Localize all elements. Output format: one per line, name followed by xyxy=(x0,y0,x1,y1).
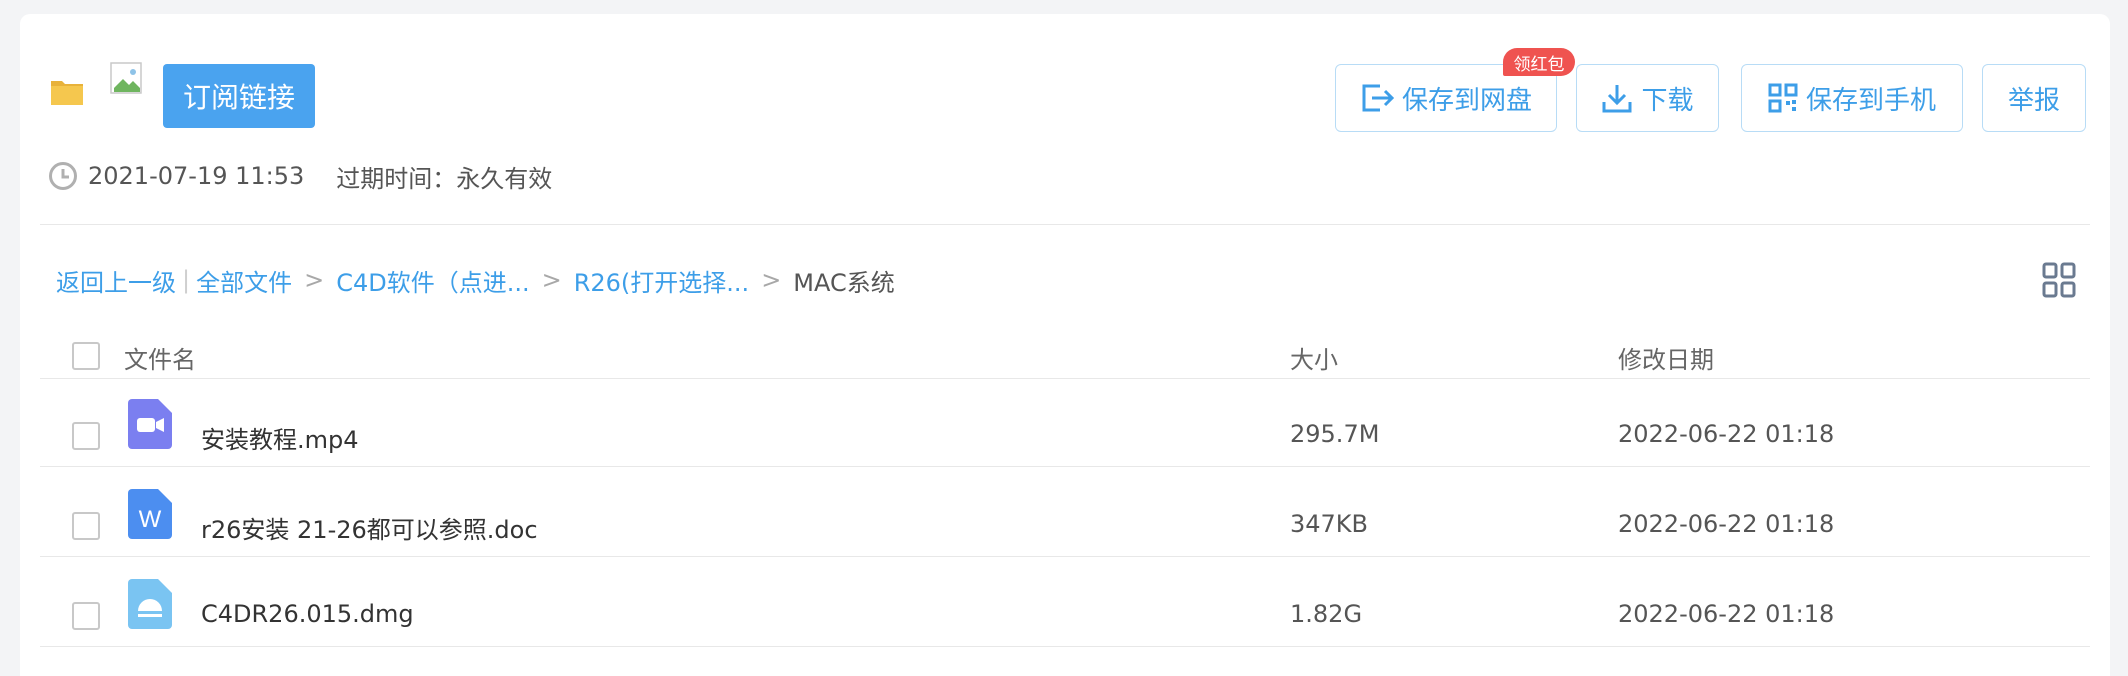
download-label: 下载 xyxy=(1641,85,1694,116)
svg-text:W: W xyxy=(139,506,162,533)
file-size: 295.7M xyxy=(1290,420,1380,448)
dmg-file-icon xyxy=(128,579,172,629)
folder-icon xyxy=(51,81,83,105)
breadcrumb-separator: > xyxy=(541,266,562,294)
file-modified: 2022-06-22 01:18 xyxy=(1618,510,1835,538)
share-meta: 2021-07-19 11:53 过期时间： 永久有效 xyxy=(48,160,553,193)
created-time: 2021-07-19 11:53 xyxy=(88,162,305,190)
breadcrumb-separator: > xyxy=(304,266,325,294)
breadcrumb-bar: | xyxy=(182,266,191,294)
row-checkbox[interactable] xyxy=(72,602,100,630)
breadcrumb-c4d-folder[interactable]: C4D软件（点进... xyxy=(336,263,529,298)
row-checkbox[interactable] xyxy=(72,422,100,450)
report-button[interactable]: 举报 xyxy=(1982,64,2086,132)
breadcrumb: 返回上一级 | 全部文件 > C4D软件（点进... > R26(打开选择...… xyxy=(56,262,895,298)
subscribe-link-button[interactable]: 订阅链接 xyxy=(163,64,315,128)
row-divider xyxy=(40,556,2090,557)
file-name[interactable]: C4DR26.015.dmg xyxy=(201,600,414,628)
header-name: 文件名 xyxy=(124,346,196,374)
save-to-disk-label: 保存到网盘 xyxy=(1401,85,1532,116)
row-checkbox[interactable] xyxy=(72,512,100,540)
qrcode-icon xyxy=(1768,83,1798,113)
select-all-checkbox[interactable] xyxy=(72,342,100,370)
table-header-divider xyxy=(40,378,2090,379)
breadcrumb-current: MAC系统 xyxy=(793,268,895,297)
save-to-phone-label: 保存到手机 xyxy=(1805,85,1936,116)
breadcrumb-all-files[interactable]: 全部文件 xyxy=(196,263,292,298)
broken-image-icon xyxy=(110,62,142,94)
save-to-disk-icon xyxy=(1362,84,1394,112)
download-button[interactable]: 下载 xyxy=(1576,64,1719,132)
breadcrumb-r26-folder[interactable]: R26(打开选择... xyxy=(574,263,749,298)
file-size: 1.82G xyxy=(1290,600,1363,628)
breadcrumb-back-link[interactable]: 返回上一级 xyxy=(56,263,176,298)
file-size: 347KB xyxy=(1290,510,1369,538)
word-file-icon: W xyxy=(128,489,172,539)
grid-view-icon[interactable] xyxy=(2042,262,2076,298)
header-divider xyxy=(40,224,2090,225)
download-icon xyxy=(1602,85,1632,113)
report-label: 举报 xyxy=(2007,85,2060,116)
row-divider xyxy=(40,466,2090,467)
expire-value: 永久有效 xyxy=(456,164,553,193)
file-modified: 2022-06-22 01:18 xyxy=(1618,420,1835,448)
red-packet-badge[interactable]: 领红包 xyxy=(1503,48,1575,76)
file-modified: 2022-06-22 01:18 xyxy=(1618,600,1835,628)
header-modified: 修改日期 xyxy=(1618,346,1714,374)
clock-icon xyxy=(49,162,77,190)
share-panel: 订阅链接 保存到网盘 下载 保存到手机 举报 领红包 2021-07-19 11… xyxy=(20,14,2110,676)
file-name[interactable]: 安装教程.mp4 xyxy=(201,420,359,455)
row-divider xyxy=(40,646,2090,647)
header-size: 大小 xyxy=(1290,346,1338,374)
save-to-phone-button[interactable]: 保存到手机 xyxy=(1741,64,1963,132)
expire-label: 过期时间： xyxy=(336,164,457,193)
file-name[interactable]: r26安装 21-26都可以参照.doc xyxy=(201,510,538,545)
video-file-icon xyxy=(128,399,172,449)
breadcrumb-separator: > xyxy=(761,266,782,294)
